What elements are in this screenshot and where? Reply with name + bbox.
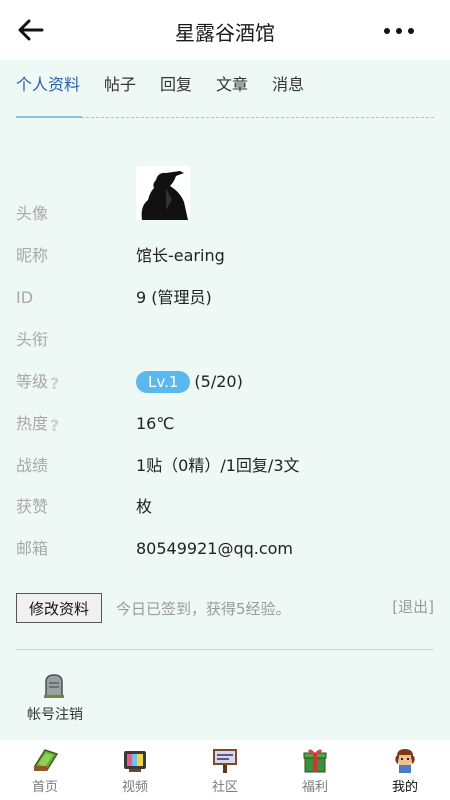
profile-content: 个人资料 帖子 回复 文章 消息 头像 昵称 馆长-earing ID 9 (管… bbox=[0, 60, 450, 740]
profile-tabs: 个人资料 帖子 回复 文章 消息 bbox=[16, 74, 328, 96]
nav-community-label: 社区 bbox=[211, 780, 238, 795]
level-help-icon[interactable]: ? bbox=[50, 375, 64, 393]
email-row: 邮箱 80549921@qq.com bbox=[16, 537, 434, 561]
nav-welfare-label: 福利 bbox=[301, 780, 328, 795]
tab-replies[interactable]: 回复 bbox=[160, 74, 192, 96]
heat-label: 热度 bbox=[16, 414, 49, 433]
avatar-label: 头像 bbox=[16, 204, 49, 223]
tab-articles[interactable]: 文章 bbox=[216, 74, 248, 96]
community-sign-icon bbox=[211, 746, 239, 774]
tab-profile[interactable]: 个人资料 bbox=[16, 74, 80, 96]
nickname-value: 馆长-earing bbox=[136, 246, 225, 265]
page-title: 星露谷酒馆 bbox=[175, 21, 275, 45]
record-value: 1贴（0精）/1回复/3文 bbox=[136, 456, 300, 475]
bottom-nav: 首页 视频 社区 福利 我的 bbox=[0, 740, 450, 800]
heat-value: 16℃ bbox=[136, 414, 175, 433]
record-label: 战绩 bbox=[16, 456, 49, 475]
likes-value: 枚 bbox=[136, 497, 153, 516]
tv-icon bbox=[121, 746, 149, 774]
heat-label-wrap: 热度? bbox=[16, 412, 64, 436]
section-divider bbox=[16, 649, 434, 650]
nav-video-label: 视频 bbox=[121, 780, 148, 795]
heat-help-icon[interactable]: ? bbox=[50, 417, 64, 435]
level-badge: Lv.1 bbox=[136, 371, 191, 393]
nav-video[interactable]: 视频 bbox=[90, 740, 180, 800]
title-row: 头衔 bbox=[16, 328, 434, 352]
tab-posts[interactable]: 帖子 bbox=[104, 74, 136, 96]
level-progress: (5/20) bbox=[194, 372, 243, 391]
nickname-row: 昵称 馆长-earing bbox=[16, 244, 434, 268]
likes-row: 获赞 枚 bbox=[16, 495, 434, 519]
record-row: 战绩 1贴（0精）/1回复/3文 bbox=[16, 454, 434, 478]
nav-mine[interactable]: 我的 bbox=[360, 740, 450, 800]
level-label-wrap: 等级? bbox=[16, 370, 64, 394]
edit-profile-button[interactable]: 修改资料 bbox=[16, 593, 102, 623]
nav-community[interactable]: 社区 bbox=[180, 740, 270, 800]
nickname-label: 昵称 bbox=[16, 246, 49, 265]
id-value: 9 (管理员) bbox=[136, 288, 212, 307]
likes-label: 获赞 bbox=[16, 497, 49, 516]
heat-row: 热度? 16℃ bbox=[16, 412, 434, 436]
level-value: Lv.1 (5/20) bbox=[136, 370, 243, 394]
tab-messages[interactable]: 消息 bbox=[272, 74, 304, 96]
level-row: 等级? Lv.1 (5/20) bbox=[16, 370, 434, 394]
profile-character-icon bbox=[391, 746, 419, 774]
id-row: ID 9 (管理员) bbox=[16, 286, 434, 310]
signin-status: 今日已签到，获得5经验。 bbox=[116, 600, 291, 618]
level-label: 等级 bbox=[16, 372, 49, 391]
logout-link[interactable]: [退出] bbox=[392, 596, 434, 617]
nav-home[interactable]: 首页 bbox=[0, 740, 90, 800]
email-value: 80549921@qq.com bbox=[136, 539, 294, 558]
active-tab-indicator bbox=[16, 116, 82, 118]
tombstone-icon bbox=[44, 674, 64, 699]
cancel-account-label: 帐号注销 bbox=[27, 707, 83, 723]
home-icon bbox=[31, 746, 59, 774]
cancel-account-button[interactable]: 帐号注销 bbox=[22, 674, 88, 726]
nav-welfare[interactable]: 福利 bbox=[270, 740, 360, 800]
avatar-row: 头像 bbox=[16, 202, 434, 226]
id-label: ID bbox=[16, 288, 34, 307]
more-options-icon[interactable] bbox=[384, 28, 414, 34]
nav-mine-label: 我的 bbox=[391, 780, 418, 795]
title-label: 头衔 bbox=[16, 330, 49, 349]
top-bar: 星露谷酒馆 bbox=[0, 0, 450, 60]
gift-icon bbox=[301, 746, 329, 774]
email-label: 邮箱 bbox=[16, 539, 49, 558]
nav-home-label: 首页 bbox=[31, 780, 58, 795]
